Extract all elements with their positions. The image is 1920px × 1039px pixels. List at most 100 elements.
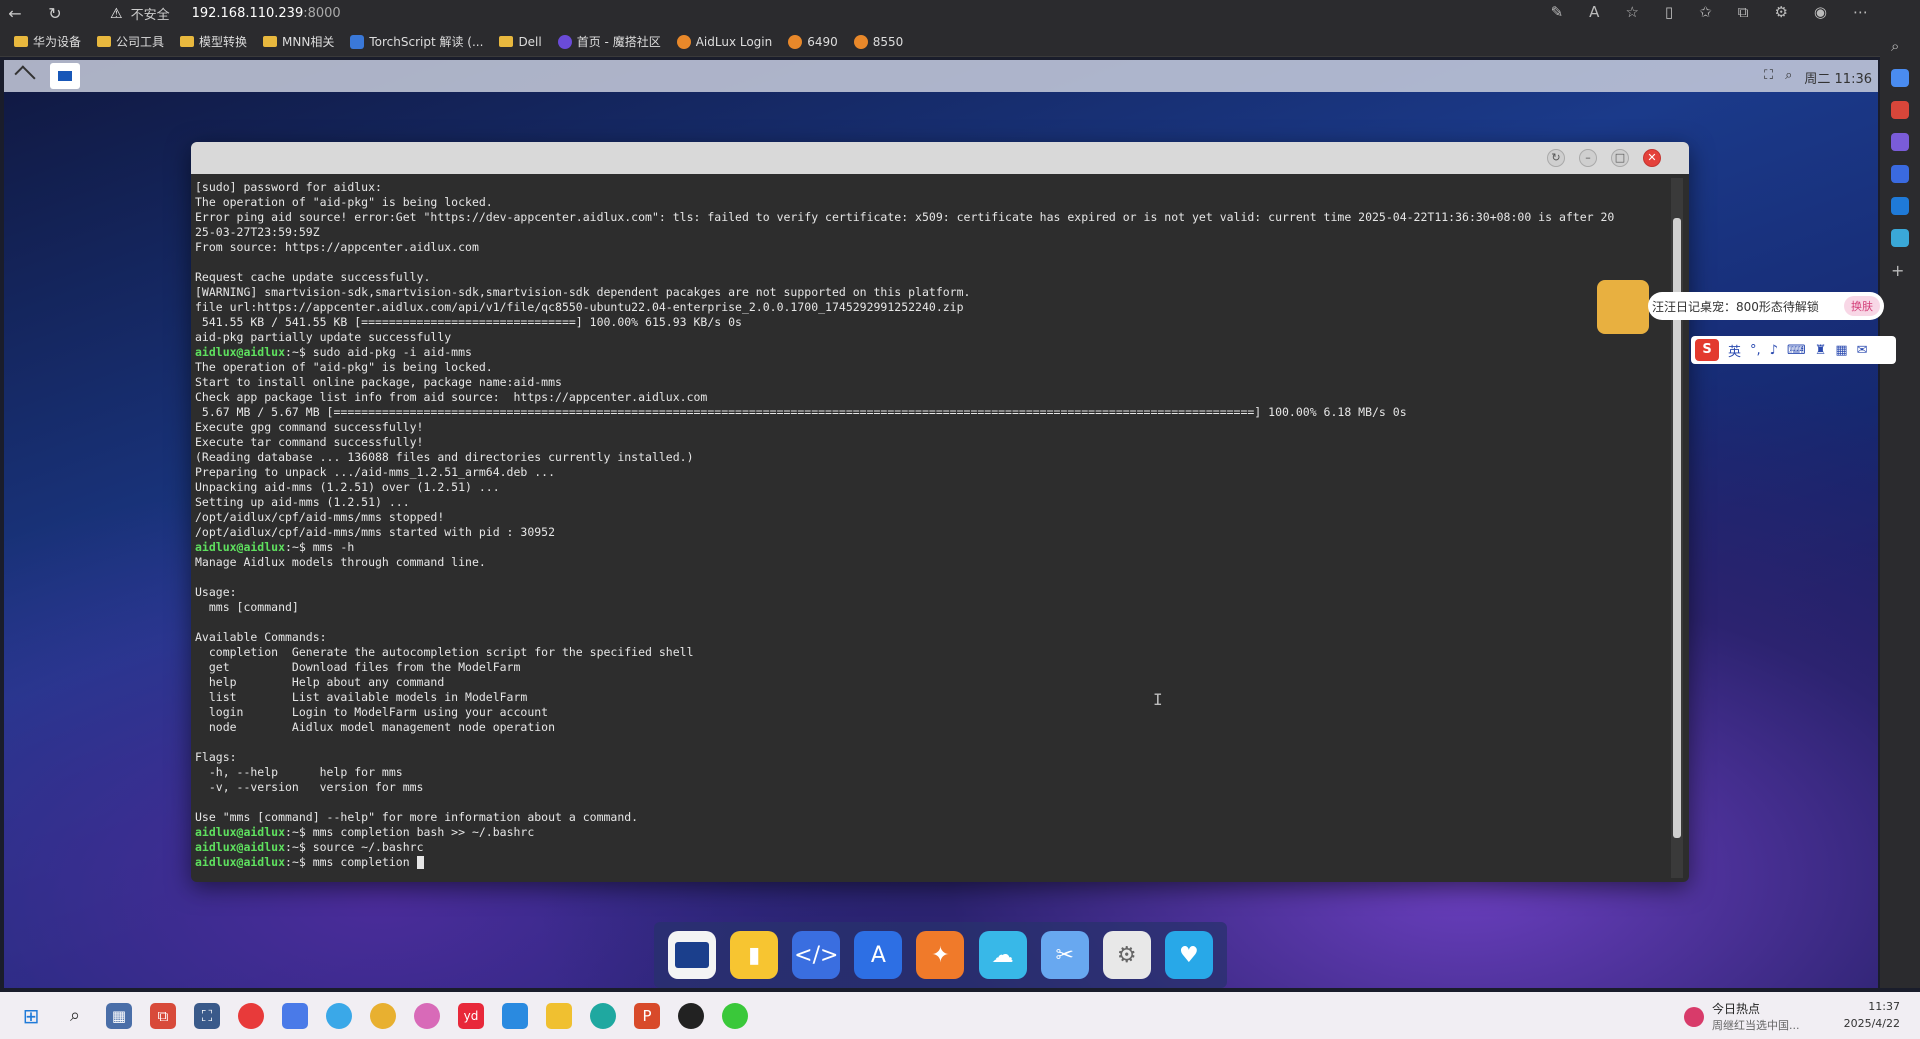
refresh-icon[interactable]: ↻ (1547, 149, 1565, 167)
terminal-scrollbar[interactable] (1671, 178, 1683, 878)
terminal-app-icon[interactable] (668, 931, 717, 979)
bookmark-folder[interactable]: MNN相关 (263, 33, 334, 50)
aidlux-logo-icon[interactable] (14, 65, 36, 87)
terminal-titlebar[interactable]: ↻ – □ ✕ (191, 142, 1689, 174)
sogou-logo[interactable]: S (1695, 339, 1719, 361)
files-app-icon[interactable]: ▮ (730, 931, 779, 979)
network-icon[interactable]: ⛶ (1764, 68, 1773, 87)
terminal-text: (Reading database ... 136088 files and d… (195, 450, 694, 464)
more-icon[interactable]: ⋯ (1853, 3, 1868, 21)
youdao-icon[interactable]: yd (458, 1002, 484, 1029)
read-aloud-icon[interactable]: A (1589, 3, 1599, 21)
terminal-line: Flags: (195, 750, 1661, 765)
send-icon[interactable] (1891, 229, 1909, 247)
keyboard-icon[interactable]: ⌨ (1787, 343, 1806, 358)
terminal-text: :~$ mms -h (285, 540, 355, 554)
heart-app-icon[interactable]: ♥ (1164, 931, 1213, 979)
tools-app-icon[interactable]: ✂ (1040, 931, 1089, 979)
terminal-line: [sudo] password for aidlux: (195, 180, 1661, 195)
pen-icon[interactable]: ✎ (1551, 3, 1564, 21)
bookmark-folder[interactable]: Dell (499, 35, 542, 49)
bookmark-folder[interactable]: 华为设备 (14, 33, 81, 50)
window-controls: ↻ – □ ✕ (1547, 149, 1661, 167)
powerpoint-icon[interactable]: P (634, 1002, 660, 1029)
bookmark-link[interactable]: 8550 (853, 34, 903, 49)
maximize-icon[interactable]: □ (1611, 149, 1629, 167)
games-icon[interactable] (1891, 133, 1909, 151)
search-icon[interactable]: ⌕ (62, 1003, 88, 1029)
vscode-icon[interactable] (502, 1002, 528, 1029)
bookmark-link[interactable]: 首页 - 魔搭社区 (557, 33, 661, 50)
calculator-icon[interactable]: ▦ (106, 1002, 132, 1029)
terminal-line: file url:https://appcenter.aidlux.com/ap… (195, 300, 1661, 315)
app-store-icon[interactable]: A (854, 931, 903, 979)
folder-icon (263, 36, 278, 47)
chrome-icon[interactable] (370, 1002, 396, 1029)
pet-banner[interactable]: 汪汪日记桌宠：800形态待解锁 换肤 (1648, 292, 1884, 320)
settings-app-icon[interactable]: ⚙ (1102, 931, 1151, 979)
cloud-app-icon[interactable]: ☁ (978, 931, 1027, 979)
search-icon[interactable]: ⌕ (1891, 37, 1909, 55)
ime-lang[interactable]: 英 (1728, 341, 1741, 360)
address-url[interactable]: 192.168.110.239:8000 (192, 6, 341, 21)
terminal-line: help Help about any command (195, 675, 1661, 690)
tool-icon[interactable]: ✉ (1857, 343, 1868, 358)
extensions-icon[interactable]: ⚙ (1774, 3, 1787, 21)
code-app-icon[interactable]: </> (792, 931, 841, 979)
terminal-task-button[interactable] (50, 63, 80, 89)
profile-icon[interactable]: ◉ (1814, 3, 1827, 21)
ideas-app-icon[interactable]: ✦ (916, 931, 965, 979)
punctuation-icon[interactable]: °, (1750, 343, 1761, 358)
notes-icon[interactable] (282, 1002, 308, 1029)
desktop-pet[interactable] (1597, 280, 1649, 334)
bookmark-folder[interactable]: 模型转换 (180, 33, 247, 50)
split-icon[interactable]: ▯ (1665, 3, 1673, 21)
toolbox-icon[interactable] (1891, 101, 1909, 119)
news-widget[interactable]: 今日热点 周继红当选中国... (1684, 1000, 1800, 1033)
terminal-line: Error ping aid source! error:Get "https:… (195, 210, 1661, 225)
ime-toolbar[interactable]: S 英 °, ♪ ⌨ ♜ ▦ ✉ (1691, 336, 1896, 364)
terminal-line: [WARNING] smartvision-sdk,smartvision-sd… (195, 285, 1661, 300)
pdf-icon[interactable]: ⧉ (150, 1002, 176, 1029)
terminal-line: /opt/aidlux/cpf/aid-mms/mms stopped! (195, 510, 1661, 525)
chat-icon[interactable] (326, 1002, 352, 1029)
bookmark-link[interactable]: AidLux Login (676, 34, 772, 49)
back-icon[interactable]: ← (0, 4, 30, 23)
copilot-icon[interactable] (1891, 69, 1909, 87)
edge-icon[interactable] (590, 1002, 616, 1029)
reload-icon[interactable]: ↻ (40, 4, 70, 23)
address-bar[interactable]: ⚠ 不安全 192.168.110.239:8000 (110, 4, 341, 24)
collections-icon[interactable]: ⧉ (1738, 3, 1749, 21)
terminal-text: Manage Aidlux models through command lin… (195, 555, 486, 569)
bookmark-folder[interactable]: 公司工具 (97, 33, 164, 50)
windows-start-icon[interactable]: ⊞ (18, 1003, 44, 1029)
wechat-icon[interactable] (722, 1002, 748, 1029)
search-icon[interactable]: ⌕ (1785, 68, 1792, 87)
office-icon[interactable] (1891, 165, 1909, 183)
taskbar-clock[interactable]: 11:37 2025/4/22 (1844, 998, 1900, 1032)
star-icon[interactable]: ☆ (1625, 3, 1638, 21)
apps-icon[interactable]: ▦ (1835, 343, 1847, 358)
terminal-window[interactable]: ↻ – □ ✕ [sudo] password for aidlux: The o… (191, 142, 1689, 882)
file-explorer-icon[interactable] (546, 1002, 572, 1029)
github-icon[interactable] (678, 1002, 704, 1029)
bookmark-link[interactable]: TorchScript 解读 (... (350, 33, 483, 50)
outlook-icon[interactable] (1891, 197, 1909, 215)
skin-button[interactable]: 换肤 (1844, 296, 1880, 316)
terminal-text: Preparing to unpack .../aid-mms_1.2.51_a… (195, 465, 556, 479)
mic-icon[interactable]: ♪ (1770, 343, 1778, 358)
terminal-line: 25-03-27T23:59:59Z (195, 225, 1661, 240)
minimize-icon[interactable]: – (1579, 149, 1597, 167)
terminal-line: Usage: (195, 585, 1661, 600)
favorites-icon[interactable]: ✩ (1699, 3, 1712, 21)
network-tool-icon[interactable]: ⛶ (194, 1002, 220, 1029)
bookmark-link[interactable]: 6490 (788, 34, 838, 49)
add-icon[interactable]: + (1891, 261, 1909, 280)
netease-icon[interactable] (238, 1002, 264, 1029)
terminal-output[interactable]: [sudo] password for aidlux: The operation… (195, 180, 1661, 870)
news-icon (1684, 1006, 1704, 1027)
cat-app-icon[interactable] (414, 1002, 440, 1029)
skin-icon[interactable]: ♜ (1815, 343, 1827, 358)
close-icon[interactable]: ✕ (1643, 149, 1661, 167)
shell-prompt: aidlux@aidlux (195, 345, 286, 359)
